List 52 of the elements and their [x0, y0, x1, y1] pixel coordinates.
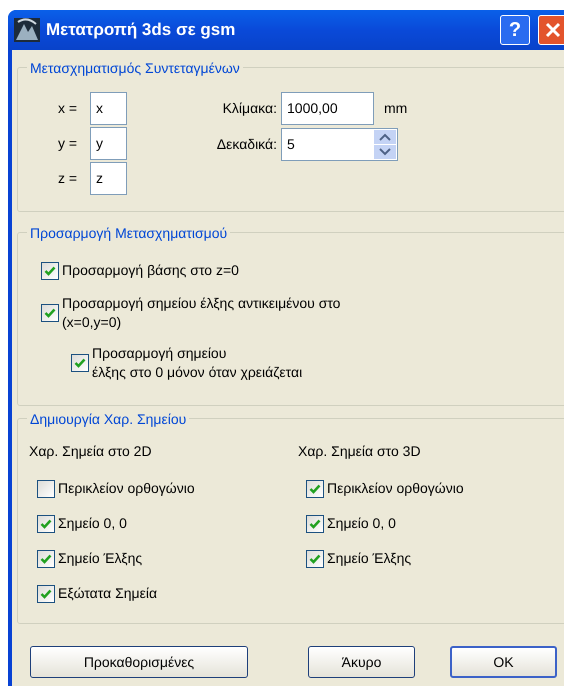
- scale-label: Κλίμακα:: [222, 99, 277, 118]
- checkbox-label: Σημείο Έλξης: [327, 549, 412, 568]
- checkmark-icon: [74, 357, 86, 369]
- checkbox-label: Προσαρμογή σημείου έλξης στο 0 μόνον όταν χρειάζεται: [92, 344, 302, 382]
- checkbox[interactable]: [37, 480, 55, 498]
- checkbox-label: Προσαρμογή βάσης στο z=0: [62, 261, 239, 280]
- dialog-button[interactable]: Άκυρο: [308, 646, 415, 678]
- input-field[interactable]: y: [90, 127, 127, 160]
- spin-field[interactable]: 5: [281, 128, 398, 161]
- spin-up-icon[interactable]: [374, 130, 396, 144]
- checkbox-label: Περικλείον ορθογώνιο: [327, 479, 464, 498]
- dialog-button[interactable]: Προκαθορισμένες: [30, 646, 248, 678]
- checkmark-icon: [309, 482, 321, 494]
- checkmark-icon: [40, 518, 52, 530]
- column-heading: Χαρ. Σημεία στο 2D: [29, 442, 153, 461]
- checkbox-label: Προσαρμογή σημείου έλξης αντικειμένου στο (x=0,y=0): [62, 294, 340, 332]
- axis-label: x =: [57, 99, 78, 118]
- column-heading: Χαρ. Σημεία στο 3D: [298, 442, 422, 461]
- checkmark-icon: [309, 552, 321, 564]
- checkbox[interactable]: [37, 514, 55, 532]
- checkbox[interactable]: [306, 480, 324, 498]
- checkmark-icon: [40, 588, 52, 600]
- decimals-label: Δεκαδικά:: [216, 135, 277, 154]
- close-icon: [545, 22, 561, 38]
- checkbox[interactable]: [37, 550, 55, 568]
- unit-label: mm: [384, 99, 408, 118]
- axis-label: y =: [57, 134, 78, 153]
- app-icon: [14, 18, 40, 42]
- checkmark-icon: [44, 264, 56, 276]
- checkbox-label: Σημείο Έλξης: [58, 549, 142, 568]
- checkbox[interactable]: [306, 550, 324, 568]
- window-title: Μετατροπή 3ds σε gsm: [46, 19, 236, 42]
- checkbox-label: Σημείο 0, 0: [58, 514, 127, 533]
- input-field[interactable]: 1000,00: [281, 92, 374, 125]
- checkbox[interactable]: [306, 514, 324, 532]
- checkbox[interactable]: [71, 354, 89, 372]
- input-field[interactable]: z: [90, 162, 127, 195]
- checkbox-label: Εξώτατα Σημεία: [58, 584, 158, 603]
- checkbox[interactable]: [37, 584, 55, 602]
- checkbox-label: Σημείο 0, 0: [327, 514, 396, 533]
- checkbox[interactable]: [41, 304, 59, 322]
- checkmark-icon: [40, 552, 52, 564]
- dialog-button[interactable]: OK: [450, 646, 557, 678]
- spin-down-icon[interactable]: [374, 145, 396, 159]
- checkbox-label: Περικλείον ορθογώνιο: [58, 479, 195, 498]
- checkmark-icon: [44, 307, 56, 319]
- axis-label: z =: [57, 169, 78, 188]
- help-button[interactable]: ?: [500, 15, 530, 45]
- input-field[interactable]: x: [90, 92, 127, 125]
- checkmark-icon: [309, 518, 321, 530]
- checkbox[interactable]: [41, 262, 59, 280]
- close-button[interactable]: [538, 15, 564, 45]
